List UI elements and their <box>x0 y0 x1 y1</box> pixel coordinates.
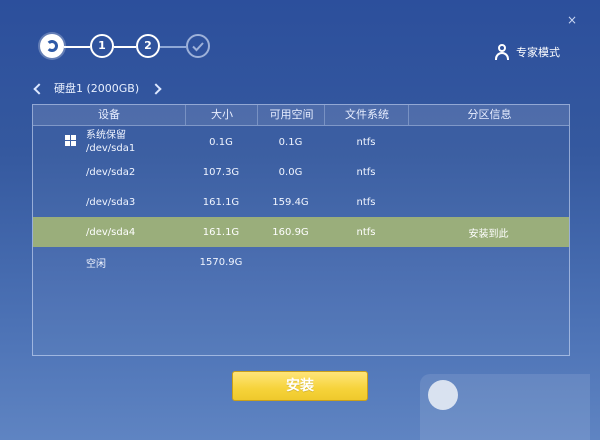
device-cell: /dev/sda4 <box>86 226 136 238</box>
partition-info-cell: 安装到此 <box>468 228 509 240</box>
corner-circle-icon <box>428 380 458 410</box>
device-name: 系统保留 <box>86 130 126 141</box>
table-row[interactable]: /dev/sda2 107.3G 0.0G ntfs <box>33 157 569 187</box>
device-path: /dev/sda1 <box>86 143 136 154</box>
partition-info-cell <box>408 247 569 277</box>
device-cell: /dev/sda2 <box>86 166 136 178</box>
header-size: 大小 <box>185 105 258 125</box>
filesystem-cell: ntfs <box>356 166 376 178</box>
size-cell: 107.3G <box>202 166 240 178</box>
size-cell: 0.1G <box>209 136 233 148</box>
device-cell: 系统保留 /dev/sda1 <box>33 127 185 157</box>
app-logo-icon <box>40 34 64 58</box>
step-connector-2 <box>114 46 136 48</box>
step-connector-1 <box>64 46 90 48</box>
partition-info-cell <box>408 127 569 157</box>
disk-selector: 硬盘1 (2000GB) <box>32 79 161 97</box>
expert-mode-button[interactable]: 专家模式 <box>494 42 560 62</box>
partition-info-cell <box>408 187 569 217</box>
filesystem-cell: ntfs <box>356 226 376 238</box>
table-row[interactable]: /dev/sda3 161.1G 159.4G ntfs <box>33 187 569 217</box>
table-row[interactable]: 空闲 1570.9G <box>33 247 569 277</box>
size-cell: 161.1G <box>202 196 240 208</box>
free-cell <box>257 247 324 277</box>
size-cell: 1570.9G <box>199 256 243 268</box>
expert-mode-label: 专家模式 <box>516 46 560 59</box>
partition-info-cell <box>408 157 569 187</box>
filesystem-cell <box>324 247 408 277</box>
install-button[interactable]: 安装 <box>232 371 368 401</box>
size-cell: 161.1G <box>202 226 240 238</box>
step-connector-3 <box>160 46 186 48</box>
free-cell: 160.9G <box>272 226 309 238</box>
free-cell: 159.4G <box>272 196 309 208</box>
step-1: 1 <box>90 34 114 58</box>
chevron-right-icon[interactable] <box>151 83 161 93</box>
table-header: 设备 大小 可用空间 文件系统 分区信息 <box>33 105 569 126</box>
device-cell: 空闲 <box>86 258 106 270</box>
step-2: 2 <box>136 34 160 58</box>
check-icon <box>192 42 204 52</box>
header-device: 设备 <box>98 108 120 121</box>
close-icon[interactable]: × <box>566 14 578 26</box>
check-circle-icon <box>186 34 210 58</box>
header-free: 可用空间 <box>257 105 325 125</box>
installer-window: × 1 2 专家模式 硬盘1 (2000GB) 设备 大小 可用空间 文件系统 … <box>0 0 600 440</box>
filesystem-cell: ntfs <box>356 196 376 208</box>
table-row-selected[interactable]: /dev/sda4 161.1G 160.9G ntfs 安装到此 <box>33 217 569 247</box>
device-cell: /dev/sda3 <box>86 196 136 208</box>
wizard-steps: 1 2 <box>40 34 220 60</box>
step-2-label: 2 <box>144 39 152 52</box>
chevron-left-icon[interactable] <box>32 83 42 93</box>
filesystem-cell: ntfs <box>356 136 376 148</box>
step-1-label: 1 <box>98 39 106 52</box>
header-filesystem: 文件系统 <box>324 105 409 125</box>
partition-table: 设备 大小 可用空间 文件系统 分区信息 系统保留 /dev/sda1 0.1G… <box>32 104 570 356</box>
disk-label: 硬盘1 (2000GB) <box>54 82 140 95</box>
topbar: × 1 2 专家模式 <box>0 0 600 78</box>
header-partition-info: 分区信息 <box>408 105 570 125</box>
free-cell: 0.1G <box>278 136 303 148</box>
table-row[interactable]: 系统保留 /dev/sda1 0.1G 0.1G ntfs <box>33 127 569 157</box>
free-cell: 0.0G <box>278 166 303 178</box>
user-icon <box>494 44 510 60</box>
